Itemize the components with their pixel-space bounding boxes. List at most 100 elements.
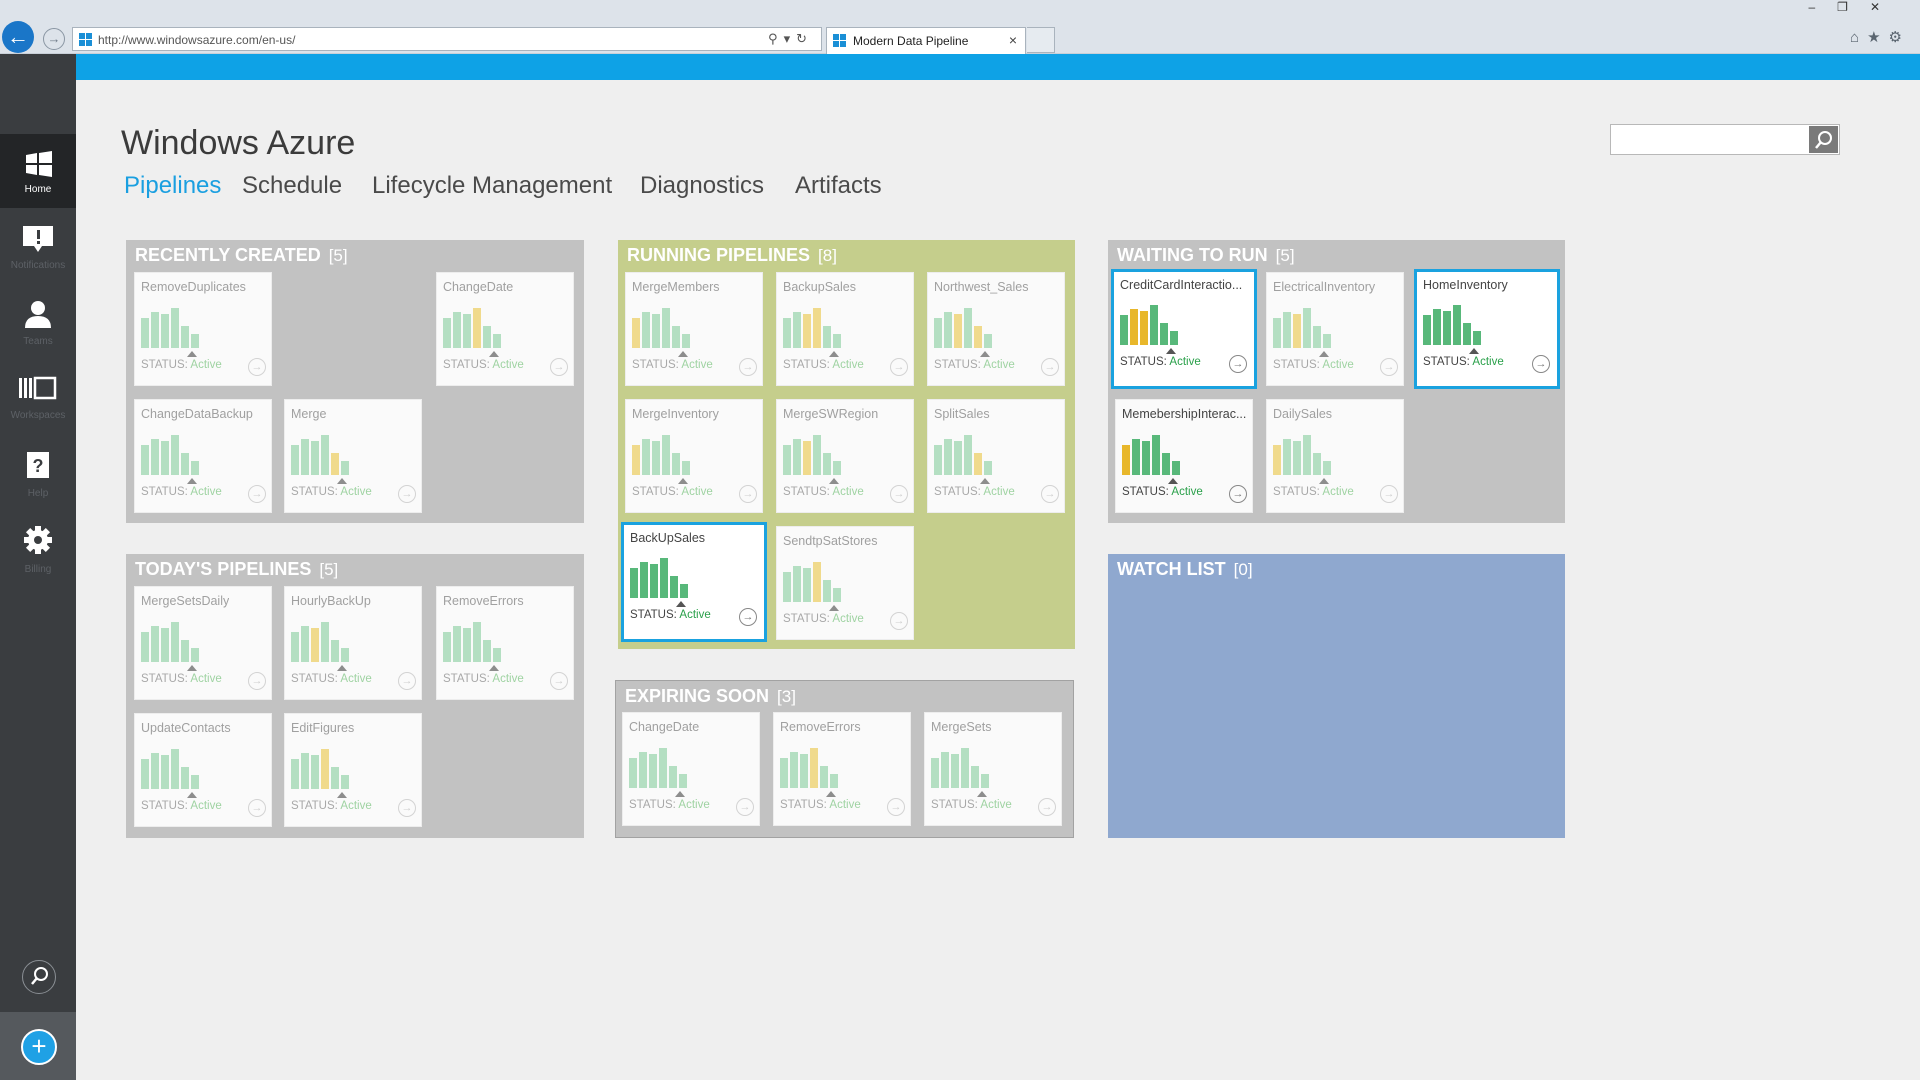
arrow-right-icon[interactable]: →: [887, 798, 905, 816]
arrow-right-icon[interactable]: →: [890, 612, 908, 630]
pipeline-tile[interactable]: SendtpSatStores STATUS: Active →: [776, 526, 914, 640]
close-icon[interactable]: ×: [1009, 32, 1017, 48]
arrow-right-icon[interactable]: →: [1229, 355, 1247, 373]
address-url[interactable]: http://www.windowsazure.com/en-us/: [98, 33, 295, 47]
pipeline-tile[interactable]: HomeInventory STATUS: Active →: [1414, 269, 1560, 389]
group-count: [3]: [777, 687, 796, 706]
address-tools[interactable]: ⚲▾↻: [768, 31, 813, 47]
search-button[interactable]: [22, 960, 56, 994]
tile-name: RemoveErrors: [780, 720, 861, 734]
tab-diagnostics[interactable]: Diagnostics: [640, 172, 764, 200]
bar: [1170, 331, 1178, 345]
status-label: STATUS:: [931, 799, 978, 811]
arrow-right-icon[interactable]: →: [248, 358, 266, 376]
search-input[interactable]: [1610, 124, 1840, 155]
arrow-right-icon[interactable]: →: [248, 672, 266, 690]
nav-item-home[interactable]: Home: [0, 134, 76, 208]
add-button[interactable]: +: [21, 1029, 57, 1065]
minimize-icon[interactable]: –: [1808, 0, 1837, 14]
arrow-right-icon[interactable]: →: [398, 799, 416, 817]
pipeline-tile[interactable]: MergeMembers STATUS: Active →: [625, 272, 763, 386]
bar: [964, 435, 972, 475]
tile-status: STATUS: Active: [783, 486, 864, 498]
tab-pipelines[interactable]: Pipelines: [124, 172, 221, 200]
arrow-right-icon[interactable]: →: [398, 485, 416, 503]
address-bar[interactable]: http://www.windowsazure.com/en-us/ ⚲▾↻: [72, 27, 822, 51]
pipeline-tile[interactable]: RemoveDuplicates STATUS: Active →: [134, 272, 272, 386]
arrow-right-icon[interactable]: →: [1041, 358, 1059, 376]
pipeline-tile[interactable]: MemebershipInterac... STATUS: Active →: [1115, 399, 1253, 513]
tile-status: STATUS: Active: [934, 359, 1015, 371]
windows-favicon-icon: [833, 34, 846, 47]
nav-item-help[interactable]: ? Help: [0, 440, 76, 514]
pipeline-tile[interactable]: EditFigures STATUS: Active →: [284, 713, 422, 827]
status-label: STATUS:: [1122, 486, 1169, 498]
nav-item-teams[interactable]: Teams: [0, 288, 76, 362]
pipeline-tile[interactable]: MergeSets STATUS: Active →: [924, 712, 1062, 826]
marker-triangle-icon: [1319, 478, 1329, 484]
arrow-right-icon[interactable]: →: [890, 358, 908, 376]
pipeline-tile[interactable]: ChangeDate STATUS: Active →: [436, 272, 574, 386]
back-arrow-icon[interactable]: ←: [2, 21, 34, 53]
search-button[interactable]: [1809, 126, 1838, 153]
pipeline-tile[interactable]: SplitSales STATUS: Active →: [927, 399, 1065, 513]
nav-item-billing[interactable]: Billing: [0, 516, 76, 590]
arrow-right-icon[interactable]: →: [248, 799, 266, 817]
close-window-icon[interactable]: ✕: [1870, 0, 1902, 14]
dropdown-icon[interactable]: ▾: [784, 31, 797, 46]
pipeline-tile[interactable]: MergeSWRegion STATUS: Active →: [776, 399, 914, 513]
pipeline-tile[interactable]: CreditCardInteractio... STATUS: Active →: [1111, 269, 1257, 389]
pipeline-tile[interactable]: HourlyBackUp STATUS: Active →: [284, 586, 422, 700]
pipeline-tile[interactable]: RemoveErrors STATUS: Active →: [773, 712, 911, 826]
pipeline-tile[interactable]: ElectricalInventory STATUS: Active →: [1266, 272, 1404, 386]
tile-status: STATUS: Active: [783, 613, 864, 625]
bar: [783, 572, 791, 602]
arrow-right-icon[interactable]: →: [550, 672, 568, 690]
group-title-text: WAITING TO RUN: [1117, 245, 1268, 265]
bar: [141, 445, 149, 475]
pipeline-tile[interactable]: ChangeDate STATUS: Active →: [622, 712, 760, 826]
arrow-right-icon[interactable]: →: [550, 358, 568, 376]
arrow-right-icon[interactable]: →: [739, 358, 757, 376]
arrow-right-icon[interactable]: →: [1532, 355, 1550, 373]
restore-icon[interactable]: ❐: [1837, 0, 1870, 14]
pipeline-tile[interactable]: BackUpSales STATUS: Active →: [621, 522, 767, 642]
home-icon[interactable]: ⌂: [1850, 29, 1867, 46]
arrow-right-icon[interactable]: →: [739, 608, 757, 626]
arrow-right-icon[interactable]: →: [398, 672, 416, 690]
arrow-right-icon[interactable]: →: [1380, 485, 1398, 503]
tab-artifacts[interactable]: Artifacts: [795, 172, 882, 200]
bar: [1273, 318, 1281, 348]
pipeline-tile[interactable]: DailySales STATUS: Active →: [1266, 399, 1404, 513]
pipeline-tile[interactable]: Merge STATUS: Active →: [284, 399, 422, 513]
arrow-right-icon[interactable]: →: [1038, 798, 1056, 816]
arrow-right-icon[interactable]: →: [1380, 358, 1398, 376]
pipeline-tile[interactable]: Northwest_Sales STATUS: Active →: [927, 272, 1065, 386]
pipeline-tile[interactable]: MergeSetsDaily STATUS: Active →: [134, 586, 272, 700]
arrow-right-icon[interactable]: →: [1229, 485, 1247, 503]
pipeline-tile[interactable]: BackupSales STATUS: Active →: [776, 272, 914, 386]
arrow-right-icon[interactable]: →: [739, 485, 757, 503]
bar: [473, 308, 481, 348]
arrow-right-icon[interactable]: →: [736, 798, 754, 816]
tab-schedule[interactable]: Schedule: [242, 172, 342, 200]
arrow-right-icon[interactable]: →: [1041, 485, 1059, 503]
pipeline-tile[interactable]: UpdateContacts STATUS: Active →: [134, 713, 272, 827]
favorites-star-icon[interactable]: ★: [1867, 29, 1888, 46]
arrow-right-icon[interactable]: →: [248, 485, 266, 503]
search-icon[interactable]: ⚲: [768, 31, 784, 46]
refresh-icon[interactable]: ↻: [796, 31, 813, 46]
tab-lifecycle-management[interactable]: Lifecycle Management: [372, 172, 612, 200]
settings-gear-icon[interactable]: ⚙: [1889, 29, 1910, 46]
new-tab-button[interactable]: [1027, 27, 1055, 53]
browser-tab[interactable]: Modern Data Pipeline ×: [826, 27, 1026, 54]
nav-item-notifications[interactable]: Notifications: [0, 212, 76, 286]
tile-name: HourlyBackUp: [291, 594, 371, 608]
forward-arrow-icon[interactable]: →: [43, 28, 65, 50]
pipeline-tile[interactable]: RemoveErrors STATUS: Active →: [436, 586, 574, 700]
arrow-right-icon[interactable]: →: [890, 485, 908, 503]
pipeline-tile[interactable]: MergeInventory STATUS: Active →: [625, 399, 763, 513]
pipeline-tile[interactable]: ChangeDataBackup STATUS: Active →: [134, 399, 272, 513]
nav-item-workspaces[interactable]: Workspaces: [0, 362, 76, 436]
bar: [493, 334, 501, 348]
